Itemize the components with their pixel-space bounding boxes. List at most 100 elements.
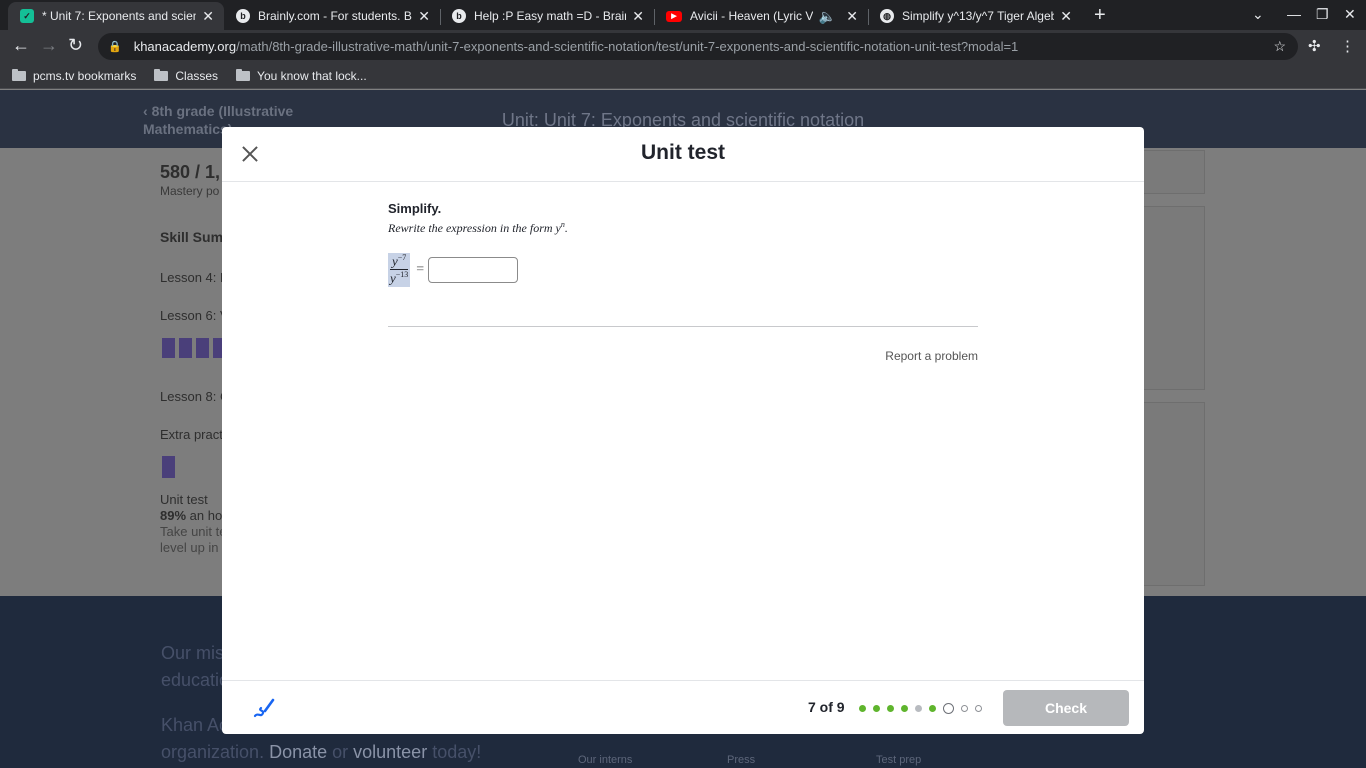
url-host: khanacademy.org — [133, 39, 237, 54]
denominator-exponent: −13 — [395, 270, 409, 280]
minimize-icon[interactable]: — — [1287, 6, 1301, 22]
denominator: y−13 — [390, 270, 408, 286]
tab-title: Brainly.com - For students. By st — [258, 9, 412, 23]
question-instruction: Rewrite the expression in the form yn. — [388, 220, 978, 236]
tab-khan-academy[interactable]: ✓ * Unit 7: Exponents and scientific ✕ — [8, 2, 224, 30]
globe-icon: ◍ — [880, 9, 894, 23]
footer-donate-line: organization. Donate or volunteer today! — [161, 739, 481, 766]
footer-mission-3: Khan Ac — [161, 715, 229, 735]
reload-icon[interactable]: ↻ — [68, 35, 83, 56]
answer-input[interactable] — [428, 256, 519, 283]
progress-dot-3 — [887, 705, 894, 712]
url-path: /math/8th-grade-illustrative-math/unit-7… — [236, 39, 1019, 54]
mastery-points: 580 / 1, — [160, 162, 221, 182]
progress-count: 7 of 9 — [808, 699, 845, 715]
new-tab-button[interactable]: + — [1094, 4, 1106, 27]
forward-icon[interactable]: → — [40, 35, 58, 56]
progress-dot-1 — [859, 705, 866, 712]
scratchpad-icon[interactable] — [252, 696, 276, 720]
skill-bar — [196, 338, 209, 358]
brainly-icon: b — [236, 9, 250, 23]
progress-dot-8 — [961, 705, 968, 712]
expression: y−7 y−13 = — [388, 253, 519, 287]
progress-dot-4 — [901, 705, 908, 712]
bookmark-lock[interactable]: You know that lock... — [236, 68, 367, 83]
folder-icon — [12, 68, 26, 81]
lesson-8: Lesson 8: C — [160, 389, 230, 404]
skill-summary: Skill Sumr — [160, 229, 229, 245]
progress-dots — [859, 703, 982, 714]
folder-icon — [236, 68, 251, 81]
side-card — [1143, 150, 1205, 194]
tab-youtube[interactable]: ▶ Avicii - Heaven (Lyric Video) 🔈 ✕ — [654, 2, 868, 30]
fraction: y−7 y−13 — [388, 253, 411, 287]
footer-link-interns[interactable]: Our interns — [578, 754, 632, 766]
take-unit-text: Take unit te — [160, 524, 227, 539]
progress-dot-9 — [975, 705, 982, 712]
progress-dot-7 — [943, 703, 954, 714]
skill-bars — [162, 338, 226, 358]
skill-bar — [162, 456, 175, 478]
tab-brainly[interactable]: b Brainly.com - For students. By st ✕ — [224, 2, 440, 30]
close-tab-icon[interactable]: ✕ — [632, 8, 644, 25]
lesson-4: Lesson 4: D — [160, 270, 230, 285]
skill-bar — [179, 338, 192, 358]
speaker-icon[interactable]: 🔈 — [819, 8, 836, 25]
tab-brainly-help[interactable]: b Help :P Easy math =D - Brainly.c ✕ — [440, 2, 654, 30]
numerator: y−7 — [390, 253, 409, 271]
footer-link-testprep[interactable]: Test prep — [876, 754, 921, 766]
lock-icon: 🔒 — [108, 41, 122, 53]
side-card — [1143, 206, 1205, 390]
question-area: Simplify. Rewrite the expression in the … — [388, 201, 978, 287]
mastery-label: Mastery po — [160, 184, 220, 198]
progress-dot-5 — [915, 705, 922, 712]
progress-dot-2 — [873, 705, 880, 712]
unit-test-modal: Unit test Simplify. Rewrite the expressi… — [222, 127, 1144, 734]
volunteer-link[interactable]: volunteer — [353, 742, 427, 762]
bookmark-pcms[interactable]: pcms.tv bookmarks — [12, 68, 136, 83]
unit-test-label: Unit test — [160, 492, 208, 507]
modal-footer: 7 of 9 Check — [222, 680, 1144, 734]
close-tab-icon[interactable]: ✕ — [1060, 8, 1072, 25]
close-tab-icon[interactable]: ✕ — [846, 8, 858, 25]
browser-toolbar: ← → ↻ 🔒 khanacademy.org/math/8th-grade-i… — [0, 30, 1366, 63]
back-icon[interactable]: ← — [12, 35, 30, 56]
bookmarks-bar: pcms.tv bookmarks Classes You know that … — [0, 63, 1366, 89]
check-button[interactable]: Check — [1003, 690, 1129, 726]
modal-header: Unit test — [222, 127, 1144, 182]
address-bar[interactable]: 🔒 khanacademy.org/math/8th-grade-illustr… — [98, 33, 1298, 60]
close-tab-icon[interactable]: ✕ — [202, 8, 214, 25]
bookmark-label: You know that lock... — [257, 68, 367, 83]
menu-icon[interactable]: ⋮ — [1340, 37, 1355, 55]
tab-title: * Unit 7: Exponents and scientific — [42, 9, 197, 23]
extra-practice: Extra practi — [160, 427, 226, 442]
close-tab-icon[interactable]: ✕ — [418, 8, 430, 25]
bookmark-classes[interactable]: Classes — [154, 68, 219, 83]
footer-mission-2: educatio — [161, 670, 230, 690]
question-title: Simplify. — [388, 201, 442, 216]
skill-bar — [162, 338, 175, 358]
bookmark-label: Classes — [175, 68, 219, 83]
unit-test-score: 89% an hou — [160, 508, 229, 523]
close-window-icon[interactable]: ✕ — [1344, 6, 1356, 23]
modal-title: Unit test — [641, 141, 725, 164]
tab-search-icon[interactable]: ⌄ — [1252, 6, 1264, 23]
extensions-icon[interactable]: ✣ — [1308, 37, 1321, 55]
footer-text: or — [327, 742, 354, 762]
extra-bars — [162, 456, 175, 478]
report-problem-link[interactable]: Report a problem — [782, 349, 978, 363]
unit-test-percent: 89% — [160, 508, 187, 523]
restore-icon[interactable]: ❐ — [1316, 6, 1329, 23]
tab-title: Help :P Easy math =D - Brainly.c — [474, 9, 626, 23]
instruction-suffix: . — [564, 221, 568, 235]
bookmark-star-icon[interactable]: ☆ — [1273, 38, 1286, 55]
youtube-icon: ▶ — [666, 10, 682, 22]
footer-link-press[interactable]: Press — [727, 754, 755, 766]
brainly-icon: b — [452, 9, 466, 23]
tab-title: Simplify y^13/y^7 Tiger Algebra — [902, 9, 1055, 23]
footer-text: organization. — [161, 742, 270, 762]
equals-sign: = — [416, 261, 425, 277]
side-card — [1143, 402, 1205, 586]
tab-tiger-algebra[interactable]: ◍ Simplify y^13/y^7 Tiger Algebra ✕ — [868, 2, 1082, 30]
donate-link[interactable]: Donate — [269, 742, 327, 762]
